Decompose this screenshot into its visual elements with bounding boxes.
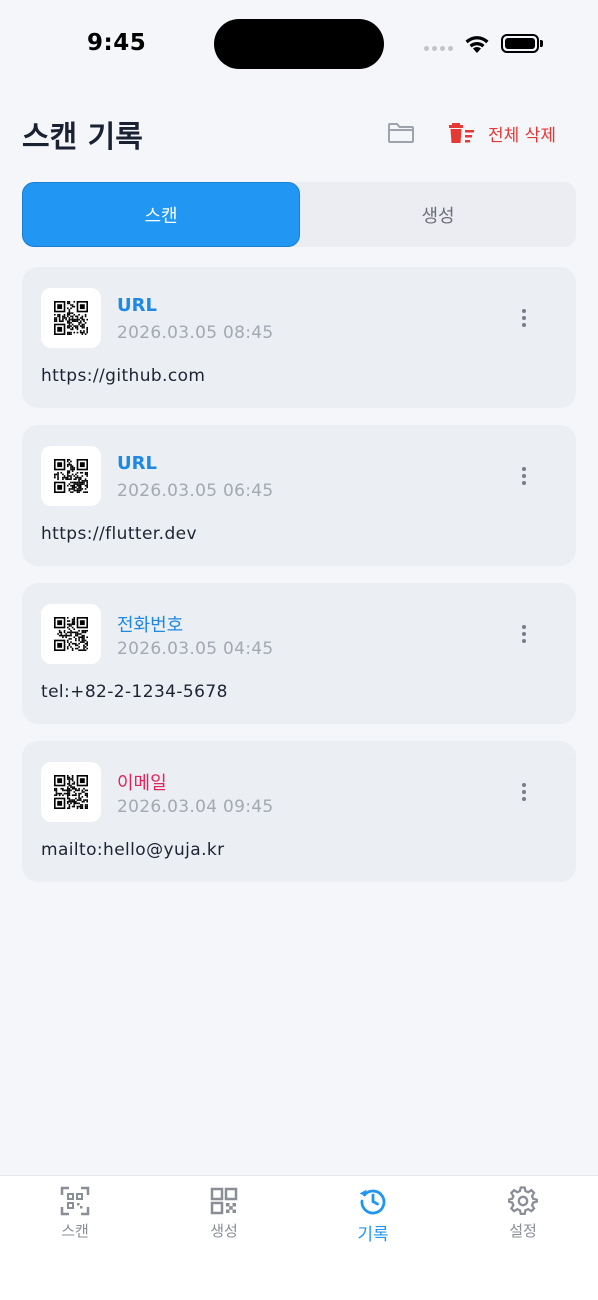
history-icon	[359, 1189, 386, 1215]
folder-icon	[388, 123, 414, 143]
qr-code-icon	[54, 617, 88, 651]
qr-code-thumbnail	[41, 604, 101, 664]
more-options-icon[interactable]	[512, 777, 536, 807]
history-card[interactable]: URL 2026.03.05 06:45 https://flutter.dev	[22, 425, 576, 566]
qr-code-thumbnail	[41, 288, 101, 348]
card-content: https://github.com	[41, 366, 206, 386]
bottom-nav: 스캔 생성 기록 설정	[0, 1175, 598, 1300]
nav-label: 생성	[210, 1222, 238, 1240]
delete-sweep-icon	[449, 123, 474, 143]
segment-generate[interactable]: 생성	[300, 182, 576, 247]
wifi-icon	[465, 36, 489, 53]
history-segmented-control: 스캔 생성	[22, 182, 576, 247]
more-options-icon[interactable]	[512, 619, 536, 649]
qr-code-icon	[54, 459, 88, 493]
nav-label: 기록	[357, 1225, 389, 1245]
status-time: 9:45	[87, 30, 147, 56]
card-content: mailto:hello@yuja.kr	[41, 840, 225, 860]
nav-item-generate[interactable]: 생성	[174, 1186, 274, 1241]
folder-button[interactable]	[386, 118, 416, 148]
more-options-icon[interactable]	[512, 303, 536, 333]
nav-label: 설정	[509, 1222, 537, 1240]
card-content: https://flutter.dev	[41, 524, 197, 544]
delete-all-label: 전체 삭제	[488, 125, 556, 146]
card-timestamp: 2026.03.05 08:45	[117, 323, 274, 343]
card-timestamp: 2026.03.05 04:45	[117, 639, 274, 659]
qr-code-icon	[54, 301, 88, 335]
gear-icon	[508, 1186, 538, 1216]
signal-icon	[424, 46, 453, 51]
delete-all-button[interactable]: 전체 삭제	[448, 118, 556, 148]
page-title: 스캔 기록	[22, 120, 143, 155]
qr-code-icon	[54, 775, 88, 809]
more-options-icon[interactable]	[512, 461, 536, 491]
qr-code-thumbnail	[41, 762, 101, 822]
nav-item-settings[interactable]: 설정	[473, 1186, 573, 1241]
card-timestamp: 2026.03.04 09:45	[117, 797, 274, 817]
qr-code-thumbnail	[41, 446, 101, 506]
nav-label: 스캔	[61, 1222, 89, 1240]
card-type-label: URL	[117, 295, 157, 316]
history-list: URL 2026.03.05 08:45 https://github.com …	[22, 267, 576, 899]
history-card[interactable]: 전화번호 2026.03.05 04:45 tel:+82-2-1234-567…	[22, 583, 576, 724]
card-type-label: 전화번호	[117, 615, 184, 636]
history-card[interactable]: 이메일 2026.03.04 09:45 mailto:hello@yuja.k…	[22, 741, 576, 882]
card-timestamp: 2026.03.05 06:45	[117, 481, 274, 501]
nav-item-history[interactable]: 기록	[323, 1186, 423, 1245]
card-type-label: URL	[117, 453, 157, 474]
card-content: tel:+82-2-1234-5678	[41, 682, 228, 702]
qr-scan-icon	[60, 1186, 90, 1216]
segment-scan[interactable]: 스캔	[22, 182, 300, 247]
card-type-label: 이메일	[117, 773, 167, 794]
battery-icon	[501, 34, 539, 53]
status-bar: 9:45	[0, 0, 598, 90]
qr-generate-icon	[210, 1187, 238, 1215]
dynamic-island	[214, 19, 384, 69]
nav-item-scan[interactable]: 스캔	[25, 1186, 125, 1241]
history-card[interactable]: URL 2026.03.05 08:45 https://github.com	[22, 267, 576, 408]
